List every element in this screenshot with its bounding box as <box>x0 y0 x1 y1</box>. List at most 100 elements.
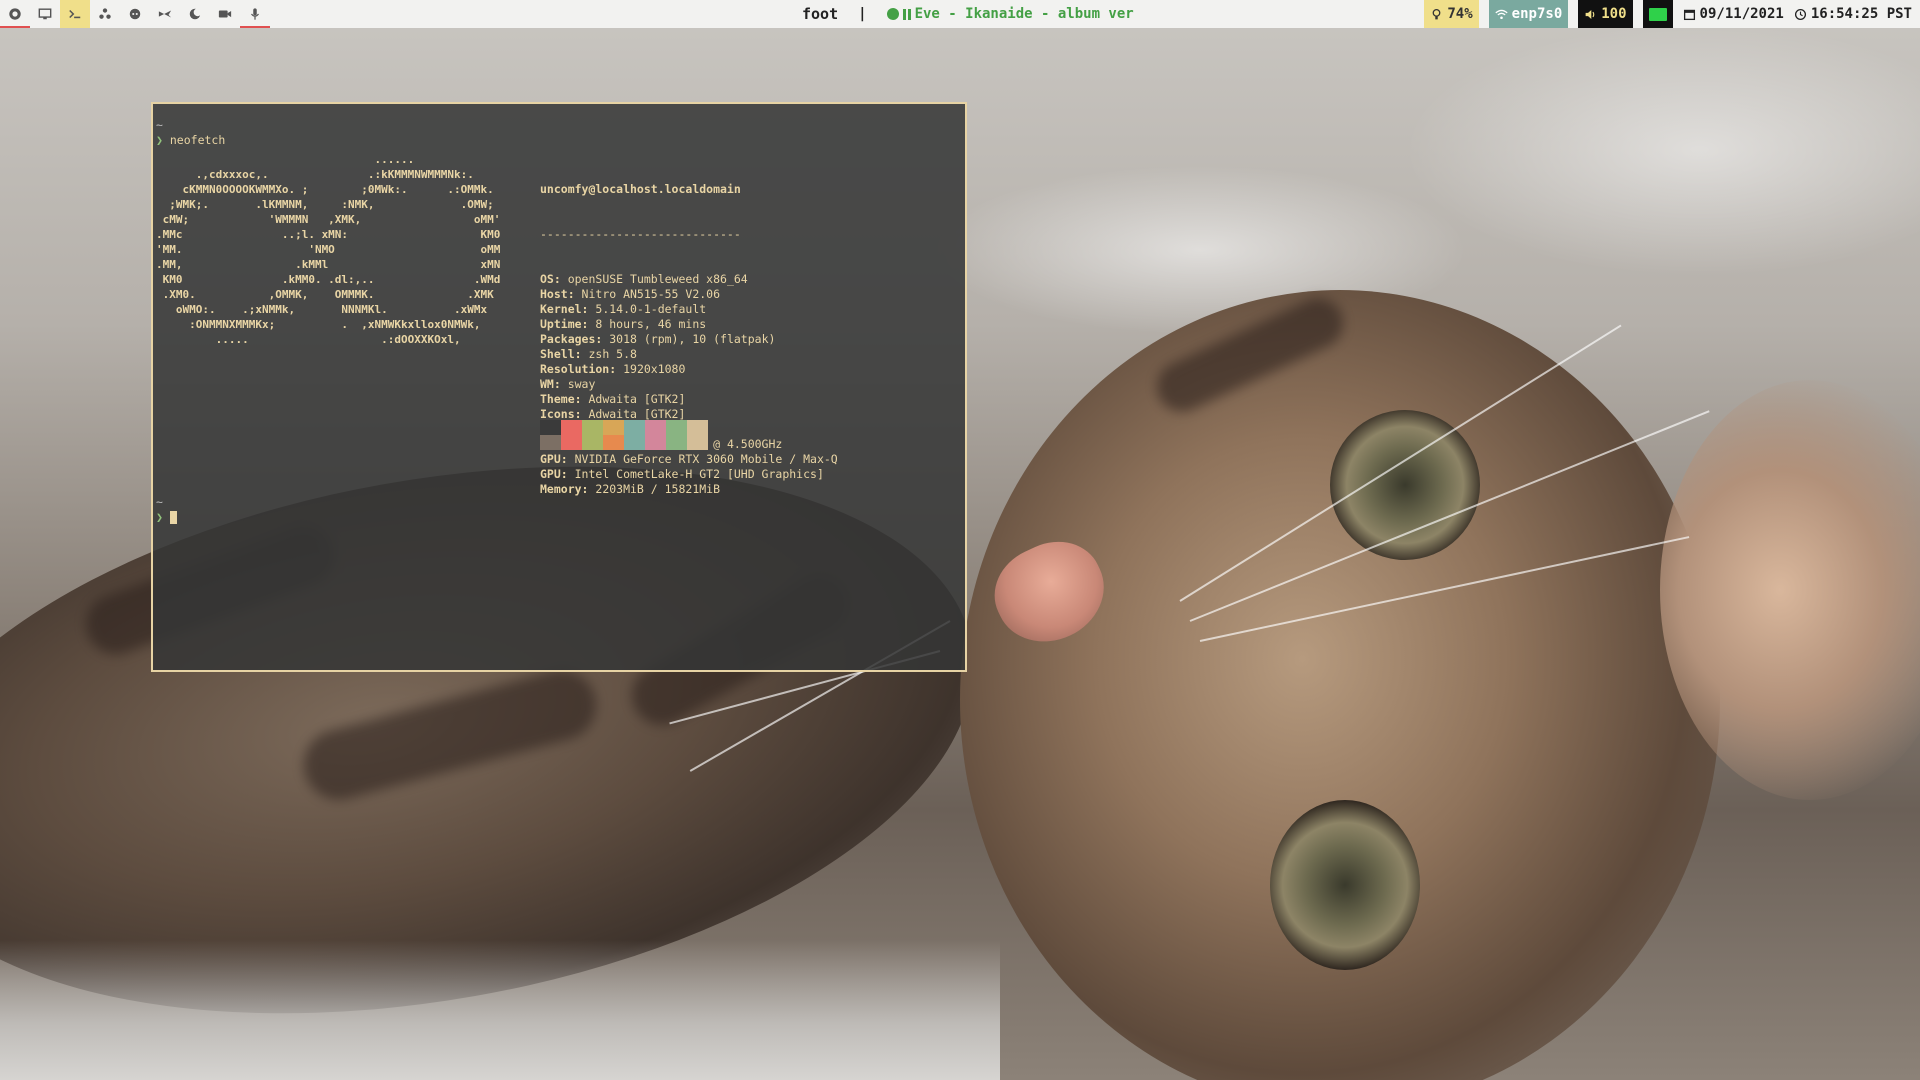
info-key: Uptime: <box>540 317 596 331</box>
palette-swatch <box>561 435 582 450</box>
info-value: openSUSE Tumbleweed x86_64 <box>567 272 748 286</box>
volume-value: 100 <box>1601 6 1627 22</box>
info-row: Shell: zsh 5.8 <box>540 347 838 362</box>
info-key: Memory: <box>540 482 596 496</box>
volume-module[interactable]: 100 <box>1578 0 1633 28</box>
info-key: Icons: <box>540 407 589 421</box>
palette-swatch <box>540 435 561 450</box>
palette-swatch <box>687 435 708 450</box>
info-value: zsh 5.8 <box>588 347 637 361</box>
info-row: Kernel: 5.14.0-1-default <box>540 302 838 317</box>
window-title-area: foot | Eve - Ikanaide - album ver <box>802 0 1134 28</box>
info-value: Nitro AN515-55 V2.06 <box>581 287 721 301</box>
info-row: Theme: Adwaita [GTK2] <box>540 392 838 407</box>
workspace-firefox[interactable] <box>0 0 30 28</box>
workspace-list <box>0 0 270 28</box>
wifi-icon <box>1495 9 1508 19</box>
info-value: Adwaita [GTK2] <box>588 392 686 406</box>
info-divider: ----------------------------- <box>540 227 741 241</box>
info-key: Resolution: <box>540 362 624 376</box>
workspace-video[interactable] <box>210 0 240 28</box>
prompt-line: ❯ neofetch <box>156 133 225 148</box>
wallpaper-cat-eye <box>1330 410 1480 560</box>
battery-icon <box>1648 7 1667 21</box>
microphone-icon <box>251 8 259 20</box>
wallpaper-cat-eye <box>1270 800 1420 970</box>
workspace-moon[interactable] <box>180 0 210 28</box>
palette-swatch <box>666 420 687 435</box>
opensuse-ascii-logo: ...... .,cdxxxoc,. .:kKMMMNWMMMNk:. cKMM… <box>156 153 501 346</box>
info-key: Host: <box>540 287 582 301</box>
info-value: 5.14.0-1-default <box>595 302 707 316</box>
bird-icon <box>158 10 172 18</box>
palette-swatch <box>561 420 582 435</box>
focused-window-title: foot <box>802 5 839 23</box>
workspace-discord[interactable] <box>120 0 150 28</box>
info-key: OS: <box>540 272 568 286</box>
info-key: Theme: <box>540 392 589 406</box>
clock-icon <box>1794 8 1806 20</box>
palette-swatch <box>540 420 561 435</box>
workspace-nodes[interactable] <box>90 0 120 28</box>
foot-terminal-window[interactable]: ~ ❯ neofetch ...... .,cdxxxoc,. .:kKMMMN… <box>151 102 967 672</box>
media-player[interactable]: Eve - Ikanaide - album ver <box>886 6 1134 22</box>
battery-module[interactable] <box>1642 0 1673 28</box>
clock-module[interactable]: 16:54:25 PST <box>1794 6 1912 22</box>
firefox-icon <box>9 8 21 20</box>
info-value: 3018 (rpm), 10 (flatpak) <box>609 332 776 346</box>
info-key: WM: <box>540 377 568 391</box>
network-module[interactable]: enp7s0 <box>1488 0 1569 28</box>
workspace-microphone[interactable] <box>240 0 270 28</box>
video-camera-icon <box>218 10 232 18</box>
info-value: 1920x1080 <box>623 362 686 376</box>
info-key: GPU: <box>540 452 575 466</box>
now-playing-text: Eve - Ikanaide - album ver <box>914 6 1134 22</box>
prompt-symbol: ❯ <box>156 133 163 147</box>
info-value: 8 hours, 46 mins <box>595 317 707 331</box>
palette-swatch <box>582 420 603 435</box>
workspace-terminal[interactable] <box>60 0 90 28</box>
status-bar: foot | Eve - Ikanaide - album ver 74% en… <box>0 0 1920 28</box>
pause-icon <box>902 8 911 20</box>
user-host: uncomfy@localhost.localdomain <box>540 182 741 196</box>
info-key: Shell: <box>540 347 589 361</box>
info-value: NVIDIA GeForce RTX 3060 Mobile / Max-Q <box>574 452 838 466</box>
status-modules: 74% enp7s0 100 09/11/2021 16:54:25 PST <box>1424 0 1920 28</box>
command-text: neofetch <box>169 133 226 147</box>
prompt-line-2[interactable]: ❯ <box>156 510 177 525</box>
terminal-icon <box>69 9 81 19</box>
text-cursor <box>169 511 177 524</box>
moon-icon <box>189 8 202 20</box>
info-key: Kernel: <box>540 302 596 316</box>
wallpaper-bedsheet <box>0 940 1000 1080</box>
info-row: Packages: 3018 (rpm), 10 (flatpak) <box>540 332 838 347</box>
color-palette <box>540 420 708 450</box>
info-rows: OS: openSUSE Tumbleweed x86_64 Host: Nitr… <box>540 272 838 497</box>
info-row: WM: sway <box>540 377 838 392</box>
palette-swatch <box>624 420 645 435</box>
prompt-dir-2: ~ <box>156 495 163 509</box>
neofetch-info: uncomfy@localhost.localdomain ----------… <box>540 152 838 527</box>
prompt-dir: ~ <box>156 118 163 132</box>
info-row: Host: Nitro AN515-55 V2.06 <box>540 287 838 302</box>
monitor-icon <box>38 8 52 20</box>
palette-swatch <box>687 420 708 435</box>
palette-swatch <box>624 435 645 450</box>
brightness-module[interactable]: 74% <box>1424 0 1479 28</box>
date-module[interactable]: 09/11/2021 <box>1683 6 1784 22</box>
workspace-monitor[interactable] <box>30 0 60 28</box>
clock-text: 16:54:25 PST <box>1810 6 1912 22</box>
workspace-bird[interactable] <box>150 0 180 28</box>
info-value: 2203MiB / 15821MiB <box>595 482 721 496</box>
network-interface: enp7s0 <box>1511 6 1563 22</box>
palette-swatch <box>582 435 603 450</box>
info-value: sway <box>567 377 596 391</box>
info-row: Memory: 2203MiB / 15821MiB <box>540 482 838 497</box>
date-text: 09/11/2021 <box>1699 6 1784 22</box>
info-key: Packages: <box>540 332 610 346</box>
info-key: GPU: <box>540 467 575 481</box>
nodes-icon <box>99 8 111 19</box>
info-value: Intel CometLake-H GT2 [UHD Graphics] <box>574 467 824 481</box>
title-separator: | <box>858 6 867 22</box>
palette-swatch <box>645 435 666 450</box>
